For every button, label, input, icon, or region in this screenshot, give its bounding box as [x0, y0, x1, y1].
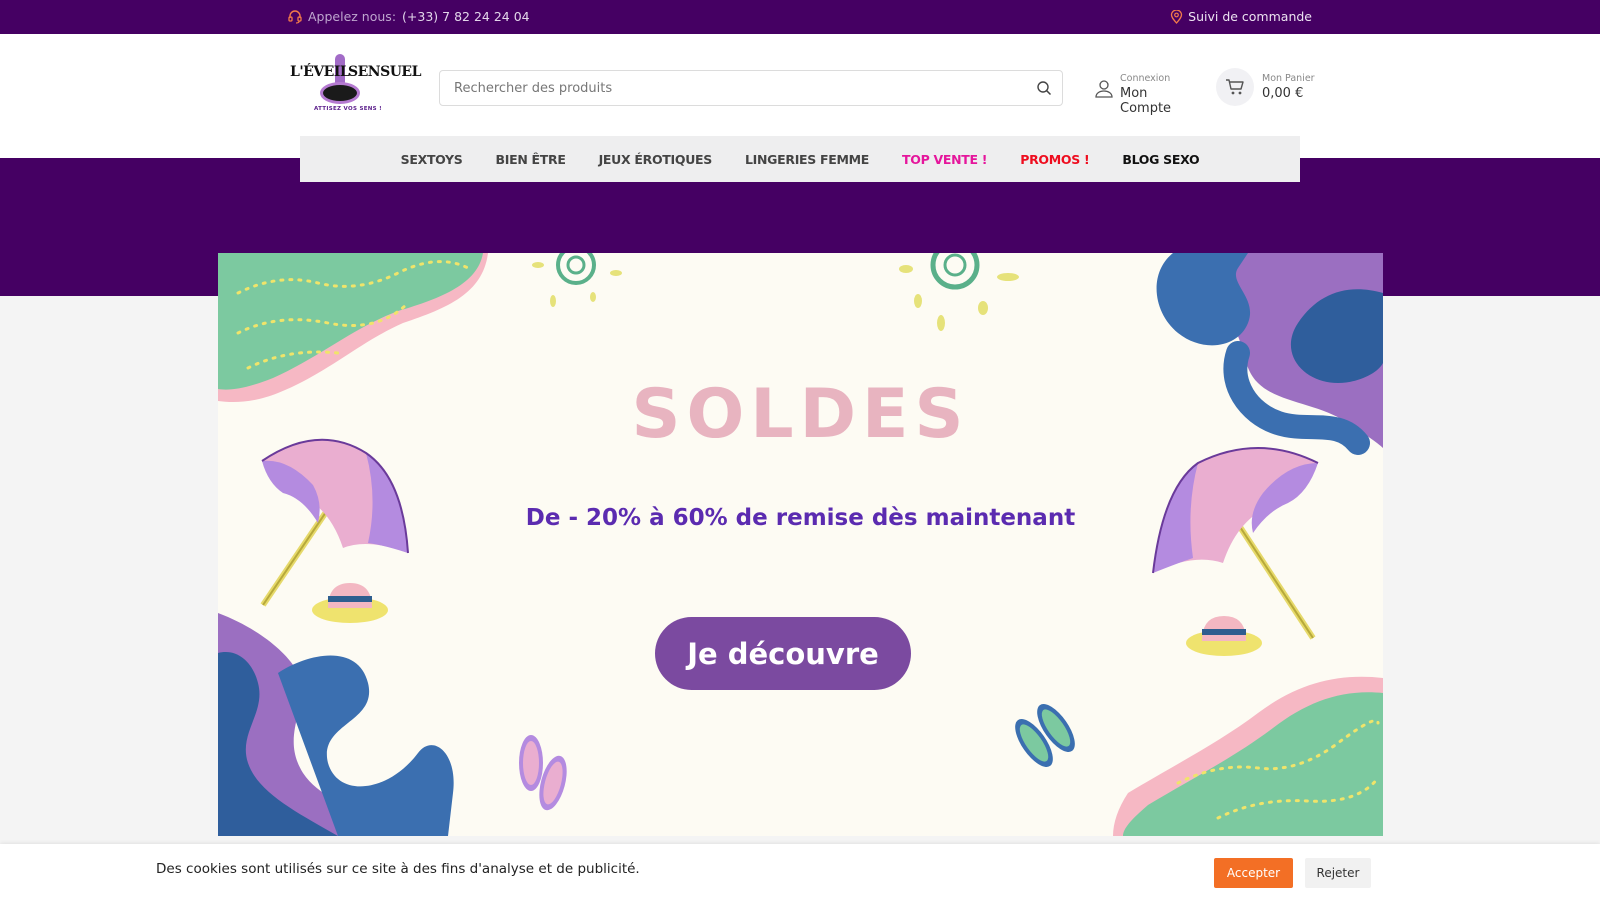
main-nav: SEXTOYS BIEN ÊTRE JEUX ÉROTIQUES LINGERI… — [300, 136, 1300, 182]
order-tracking-label: Suivi de commande — [1188, 9, 1312, 24]
cart-label: Mon Panier — [1262, 73, 1315, 84]
sale-subtitle: De - 20% à 60% de remise dès maintenant — [525, 505, 1076, 531]
site-logo[interactable]: L'ÉVEIL SENSUEL ATTISEZ VOS SENS ! — [290, 54, 421, 114]
flip-flops-icon — [519, 735, 567, 811]
flip-flops-icon — [1015, 704, 1075, 767]
product-search — [439, 70, 1063, 106]
logo-tagline: ATTISEZ VOS SENS ! — [314, 106, 382, 112]
phone-label: Appelez nous: — [308, 9, 397, 24]
user-icon — [1095, 80, 1113, 98]
cart-icon-circle — [1216, 68, 1254, 106]
discover-button[interactable]: Je découvre — [655, 617, 911, 690]
logo-text-part2: SENSUEL — [348, 64, 421, 80]
bottom-left-wave-icon — [218, 613, 454, 836]
shopping-cart-icon — [1226, 79, 1244, 95]
reject-cookies-button[interactable]: Rejeter — [1305, 858, 1371, 888]
location-pin-icon — [1170, 9, 1183, 24]
account-label: Mon Compte — [1120, 86, 1172, 116]
cart-total: 0,00 € — [1262, 86, 1304, 101]
sale-title: SOLDES — [631, 375, 970, 454]
nav-item-sextoys[interactable]: SEXTOYS — [401, 152, 463, 167]
cookie-message: Des cookies sont utilisés sur ce site à … — [156, 861, 640, 877]
nav-item-blog-sexo[interactable]: BLOG SEXO — [1122, 152, 1199, 167]
sun-icon — [899, 253, 1019, 331]
nav-item-jeux-erotiques[interactable]: JEUX ÉROTIQUES — [599, 152, 713, 167]
logo-text-part1: L'ÉVEIL — [290, 64, 350, 80]
hat-icon — [312, 583, 388, 623]
phone-number[interactable]: (+33) 7 82 24 24 04 — [402, 9, 530, 24]
cart-link[interactable]: Mon Panier 0,00 € — [1216, 68, 1316, 108]
cookie-consent-bar: Des cookies sont utilisés sur ce site à … — [0, 844, 1600, 900]
search-icon[interactable] — [1036, 80, 1052, 96]
beach-illustration — [218, 253, 1383, 836]
umbrella-icon — [1152, 447, 1319, 640]
logo-disc-icon — [320, 82, 360, 104]
accept-cookies-button[interactable]: Accepter — [1214, 858, 1293, 888]
sale-banner[interactable]: SOLDES De - 20% à 60% de remise dès main… — [218, 253, 1383, 836]
order-tracking-link[interactable]: Suivi de commande — [1170, 9, 1312, 24]
headset-icon — [288, 9, 302, 24]
search-input[interactable] — [440, 71, 1000, 105]
nav-item-promos[interactable]: PROMOS ! — [1020, 152, 1089, 167]
bottom-right-wave-icon — [1113, 676, 1383, 836]
hat-icon — [1186, 616, 1262, 656]
account-link[interactable]: Connexion Mon Compte — [1092, 72, 1202, 116]
account-login-label: Connexion — [1120, 73, 1171, 84]
nav-item-lingeries-femme[interactable]: LINGERIES FEMME — [745, 152, 869, 167]
nav-item-bien-etre[interactable]: BIEN ÊTRE — [496, 152, 566, 167]
nav-item-top-vente[interactable]: TOP VENTE ! — [902, 152, 987, 167]
phone-contact[interactable]: Appelez nous: (+33) 7 82 24 24 04 — [288, 9, 530, 24]
sun-icon — [532, 253, 622, 307]
top-bar: Appelez nous: (+33) 7 82 24 24 04 Suivi … — [0, 0, 1600, 34]
